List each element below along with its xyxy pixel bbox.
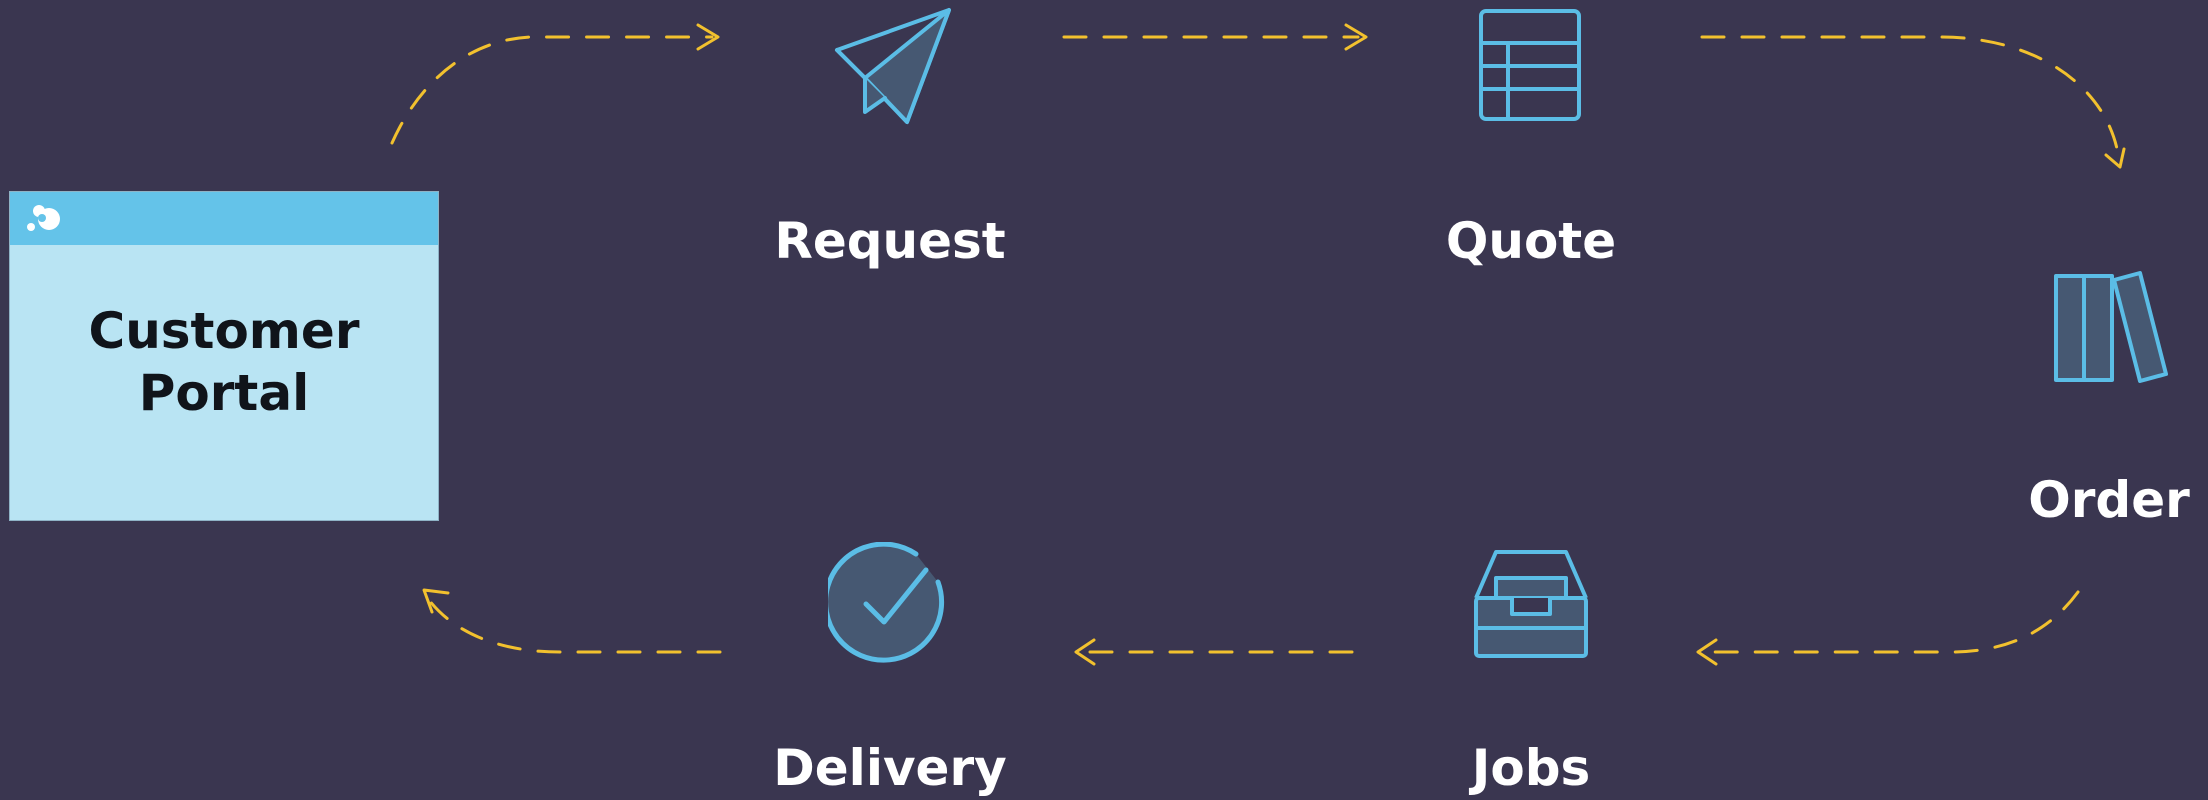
bubbles-logo-icon <box>27 205 60 231</box>
paper-plane-icon <box>835 8 951 124</box>
connector-portal-to-request <box>390 23 720 145</box>
inbox-tray-icon <box>1474 550 1588 658</box>
node-label-order: Order <box>2028 471 2190 529</box>
node-label-quote: Quote <box>1445 212 1617 270</box>
connector-jobs-to-delivery <box>1074 638 1354 666</box>
connector-request-to-quote <box>1062 23 1368 51</box>
connector-delivery-to-portal <box>422 588 722 654</box>
binders-icon <box>2054 271 2168 383</box>
table-grid-icon <box>1479 9 1581 121</box>
check-circle-icon <box>828 542 945 663</box>
node-label-jobs: Jobs <box>1471 739 1591 797</box>
customer-portal-window: Customer Portal <box>9 191 439 521</box>
node-label-delivery: Delivery <box>773 739 1007 797</box>
portal-title: Customer Portal <box>88 302 360 422</box>
node-label-request: Request <box>774 212 1006 270</box>
connector-order-to-jobs <box>1696 590 2080 666</box>
connector-quote-to-order <box>1700 35 2126 169</box>
portal-window-header <box>10 192 438 245</box>
